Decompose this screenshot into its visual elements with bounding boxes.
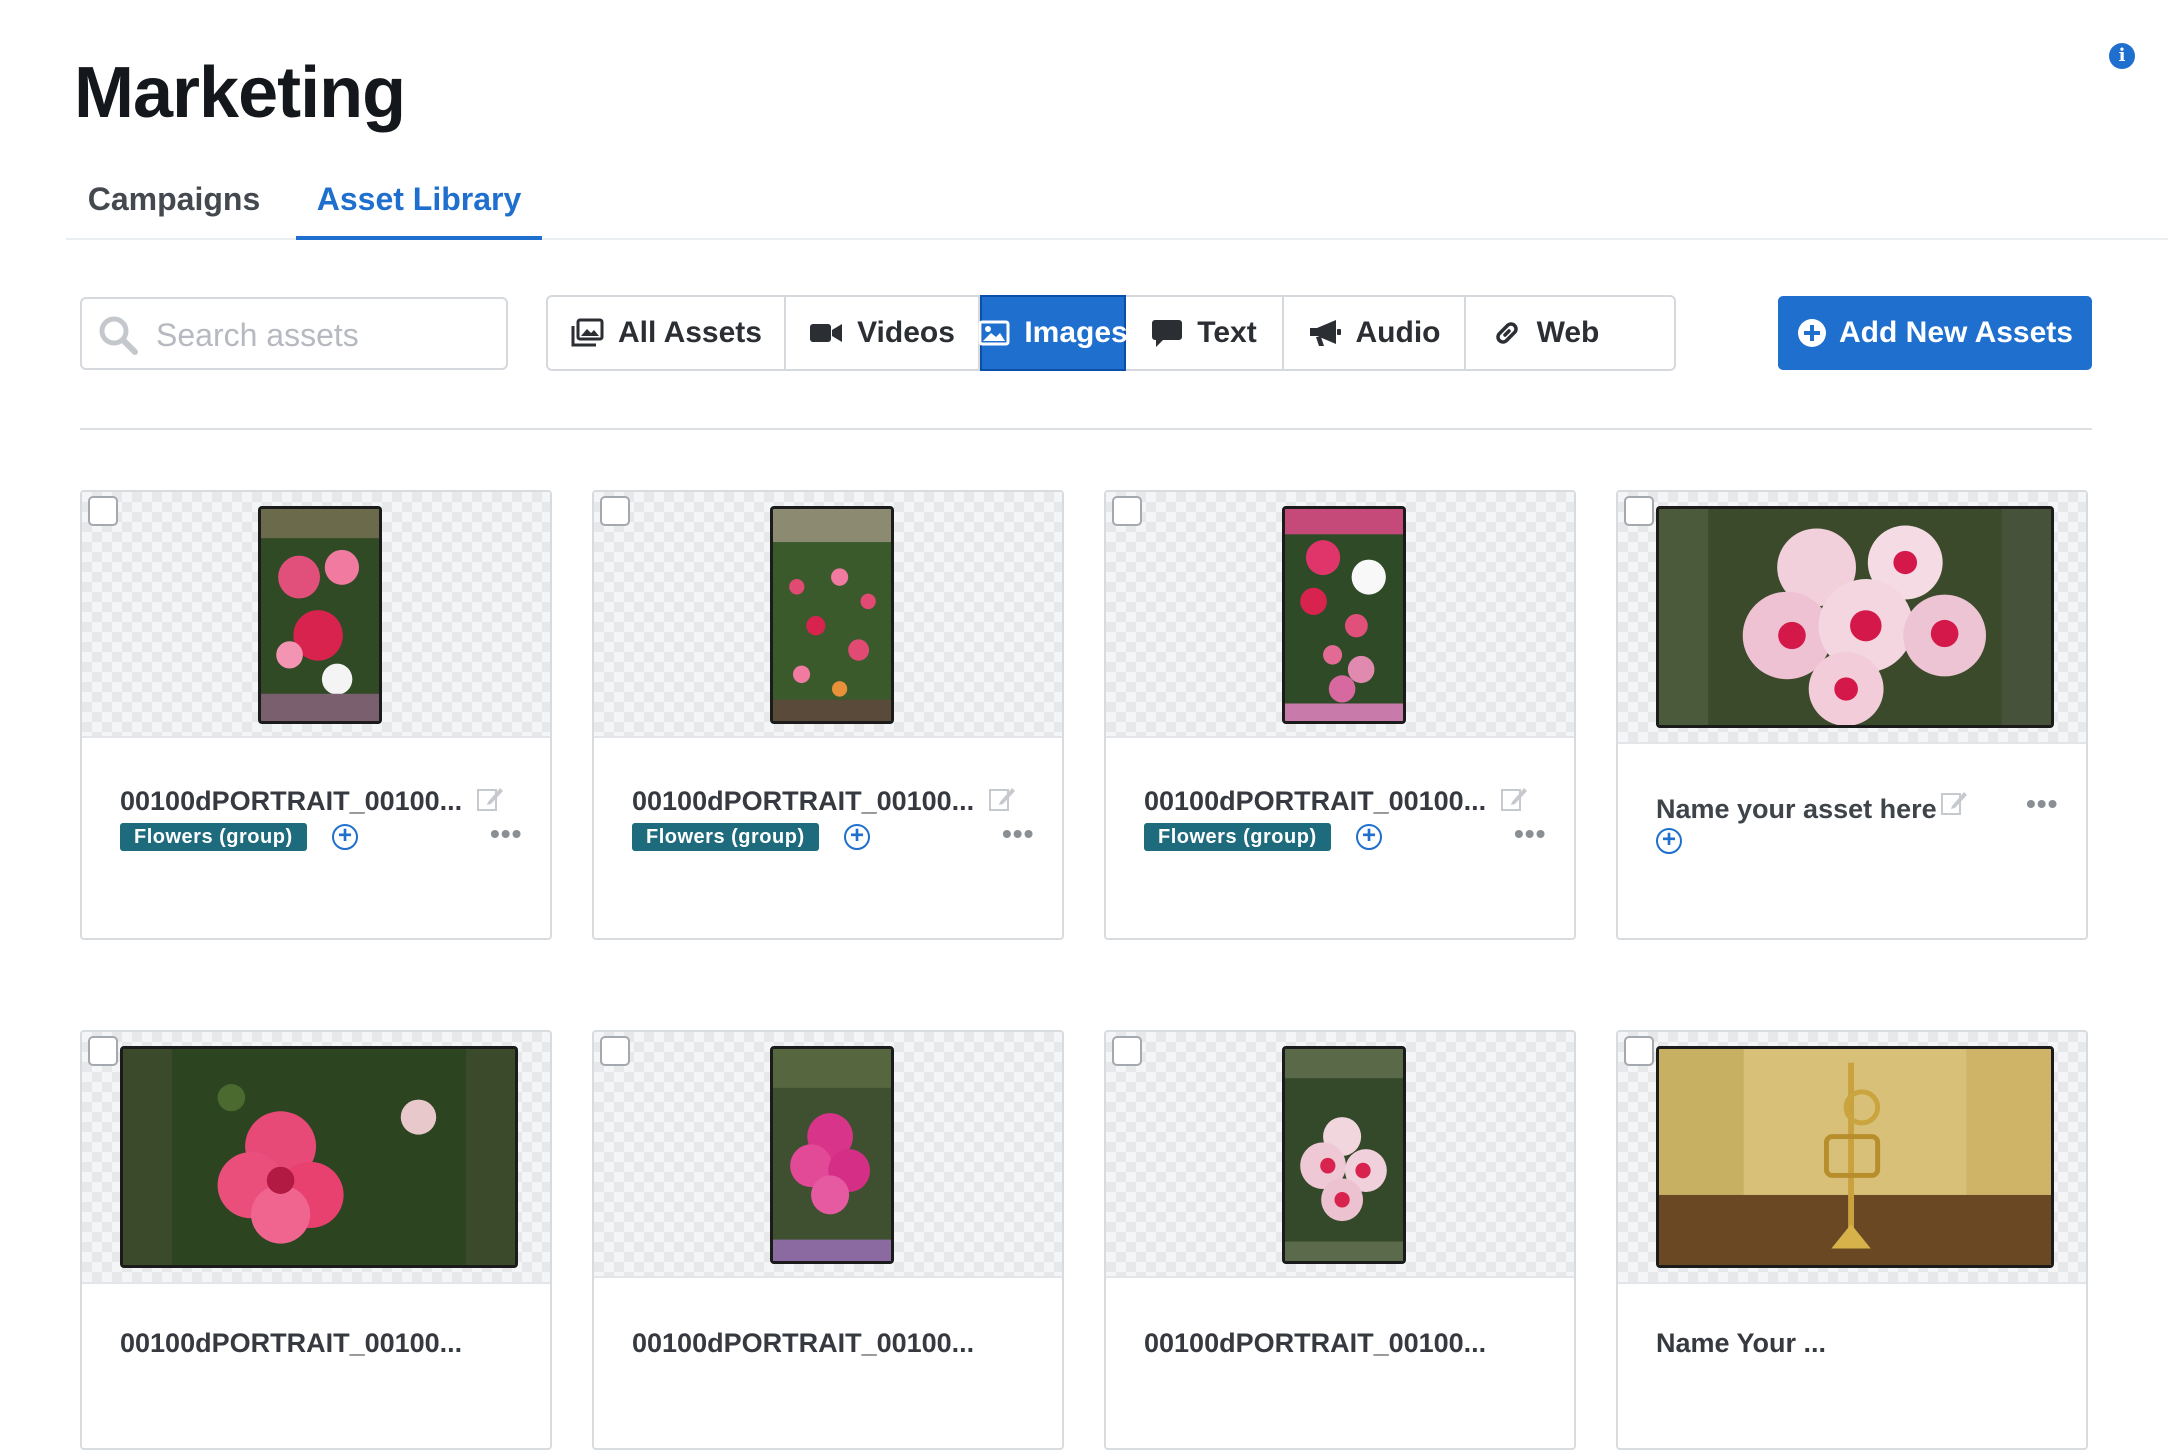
asset-image xyxy=(770,1046,894,1264)
add-new-assets-button[interactable]: Add New Assets xyxy=(1778,296,2092,370)
asset-name: 00100dPORTRAIT_00100... xyxy=(1144,1328,1487,1358)
asset-select-checkbox[interactable] xyxy=(1112,496,1142,526)
images-icon xyxy=(571,318,604,347)
asset-name: 00100dPORTRAIT_00100... xyxy=(120,1328,463,1358)
asset-select-checkbox[interactable] xyxy=(88,1036,118,1066)
asset-select-checkbox[interactable] xyxy=(1112,1036,1142,1066)
asset-thumbnail xyxy=(1106,492,1574,738)
asset-select-checkbox[interactable] xyxy=(1624,496,1654,526)
asset-thumbnail xyxy=(82,492,550,738)
filter-audio[interactable]: Audio xyxy=(1284,297,1466,369)
filter-images[interactable]: Images xyxy=(978,295,1128,371)
asset-image xyxy=(1656,506,2054,728)
add-tag-icon[interactable]: + xyxy=(1656,828,1682,854)
active-tab-indicator xyxy=(296,236,542,240)
image-icon xyxy=(978,320,1010,346)
asset-thumbnail xyxy=(594,1032,1062,1278)
asset-card[interactable]: 00100dPORTRAIT_00100... Flowers (group) … xyxy=(80,490,552,940)
video-camera-icon xyxy=(810,324,843,342)
asset-select-checkbox[interactable] xyxy=(88,496,118,526)
page-title: Marketing xyxy=(74,53,406,133)
filter-text[interactable]: Text xyxy=(1126,297,1284,369)
tab-campaigns[interactable]: Campaigns xyxy=(66,160,282,238)
asset-card[interactable]: 00100dPORTRAIT_00100... xyxy=(1104,1030,1576,1450)
tab-asset-library[interactable]: Asset Library xyxy=(296,160,542,238)
filter-label: Audio xyxy=(1355,316,1441,349)
edit-icon[interactable] xyxy=(1940,788,1968,816)
link-icon xyxy=(1495,322,1518,344)
asset-name: 00100dPORTRAIT_00100... xyxy=(1144,786,1487,816)
tab-bar: Campaigns Asset Library xyxy=(66,160,2168,240)
edit-icon[interactable] xyxy=(1500,784,1528,812)
add-tag-icon[interactable]: + xyxy=(1356,824,1382,850)
asset-name: Name Your ... xyxy=(1656,1328,1827,1358)
asset-image xyxy=(1282,1046,1406,1264)
asset-select-checkbox[interactable] xyxy=(1624,1036,1654,1066)
megaphone-icon xyxy=(1309,320,1341,346)
filter-videos[interactable]: Videos xyxy=(786,297,980,369)
filter-label: All Assets xyxy=(618,316,762,349)
asset-name: 00100dPORTRAIT_00100... xyxy=(632,786,975,816)
asset-image xyxy=(1656,1046,2054,1268)
asset-name: 00100dPORTRAIT_00100... xyxy=(120,786,463,816)
asset-thumbnail xyxy=(1618,492,2086,744)
more-options-icon[interactable]: ••• xyxy=(490,820,522,848)
speech-bubble-icon xyxy=(1152,320,1183,347)
asset-thumbnail xyxy=(1106,1032,1574,1278)
add-new-assets-label: Add New Assets xyxy=(1839,316,2073,349)
asset-thumbnail xyxy=(82,1032,550,1284)
toolbar-divider xyxy=(80,428,2092,430)
edit-icon[interactable] xyxy=(476,784,504,812)
more-options-icon[interactable]: ••• xyxy=(1002,820,1034,848)
asset-image xyxy=(1282,506,1406,724)
filter-label: Videos xyxy=(857,316,955,349)
asset-card[interactable]: 00100dPORTRAIT_00100... Flowers (group) … xyxy=(1104,490,1576,940)
asset-card[interactable]: Name Your ... xyxy=(1616,1030,2088,1450)
filter-label: Web xyxy=(1536,316,1600,349)
asset-image xyxy=(770,506,894,724)
filter-all-assets[interactable]: All Assets xyxy=(548,297,786,369)
info-icon[interactable]: i xyxy=(2109,43,2135,69)
asset-name: 00100dPORTRAIT_00100... xyxy=(632,1328,975,1358)
more-options-icon[interactable]: ••• xyxy=(1514,820,1546,848)
search-icon xyxy=(99,316,138,355)
search-box xyxy=(80,297,508,370)
filter-label: Images xyxy=(1024,316,1128,349)
edit-icon[interactable] xyxy=(988,784,1016,812)
asset-card[interactable]: 00100dPORTRAIT_00100... Flowers (group) … xyxy=(592,490,1064,940)
asset-image xyxy=(120,1046,518,1268)
asset-card[interactable]: 00100dPORTRAIT_00100... xyxy=(80,1030,552,1450)
asset-type-filter: All Assets Videos Images Text Audio Web xyxy=(546,295,1676,371)
filter-label: Text xyxy=(1197,316,1257,349)
group-tag[interactable]: Flowers (group) xyxy=(632,823,819,851)
asset-select-checkbox[interactable] xyxy=(600,496,630,526)
plus-circle-icon xyxy=(1798,319,1827,347)
group-tag[interactable]: Flowers (group) xyxy=(1144,823,1331,851)
group-tag[interactable]: Flowers (group) xyxy=(120,823,307,851)
asset-image xyxy=(258,506,382,724)
asset-thumbnail xyxy=(594,492,1062,738)
add-tag-icon[interactable]: + xyxy=(844,824,870,850)
filter-web[interactable]: Web xyxy=(1466,297,1624,369)
asset-name[interactable]: Name your asset here xyxy=(1656,794,1937,825)
asset-card[interactable]: Name your asset here + ••• xyxy=(1616,490,2088,940)
asset-select-checkbox[interactable] xyxy=(600,1036,630,1066)
asset-thumbnail xyxy=(1618,1032,2086,1284)
more-options-icon[interactable]: ••• xyxy=(2026,790,2058,818)
add-tag-icon[interactable]: + xyxy=(332,824,358,850)
asset-card[interactable]: 00100dPORTRAIT_00100... xyxy=(592,1030,1064,1450)
search-input[interactable] xyxy=(154,305,498,365)
